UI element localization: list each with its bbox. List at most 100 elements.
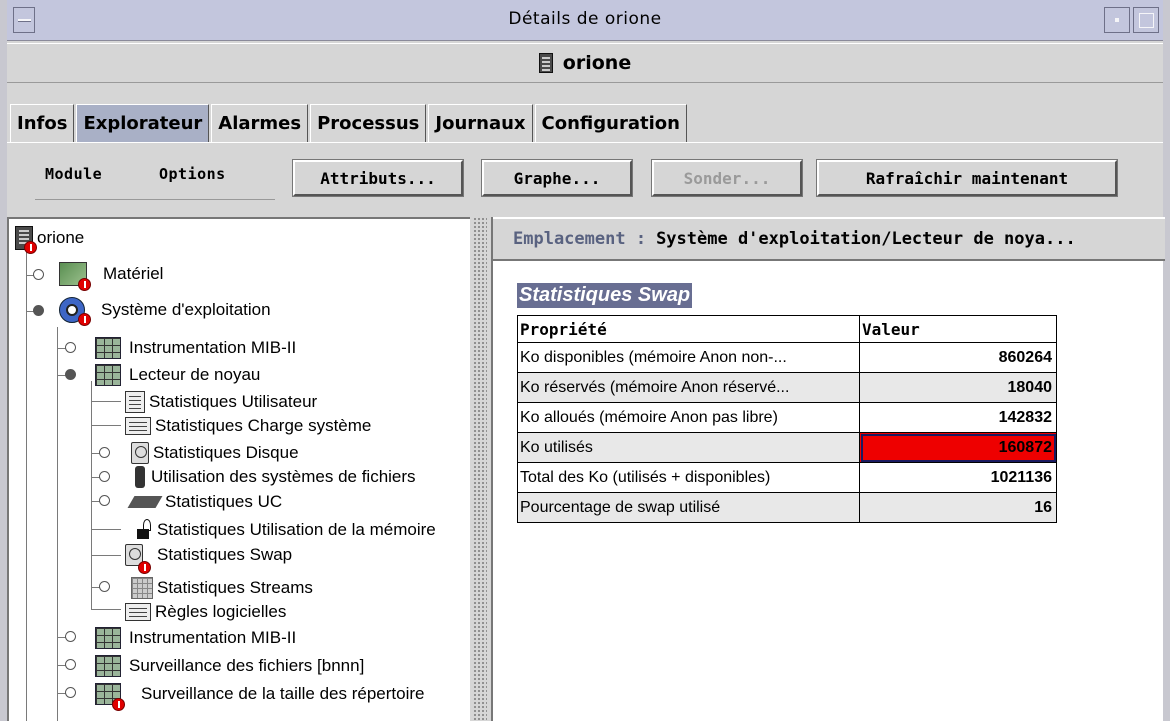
tree-node-orione[interactable]: orione <box>15 225 85 254</box>
expander-toggle[interactable] <box>33 269 44 280</box>
value-cell: 142832 <box>859 402 1057 433</box>
rules-icon <box>125 417 151 435</box>
expander-toggle[interactable] <box>65 659 76 670</box>
table-row[interactable]: Total des Ko (utilisés + disponibles) 10… <box>517 462 1057 493</box>
property-cell: Ko réservés (mémoire Anon réservé... <box>517 372 860 403</box>
tree-node-stats-disque[interactable]: Statistiques Disque <box>131 440 299 466</box>
tree-node-regles-logicielles[interactable]: Règles logicielles <box>125 599 286 625</box>
tree-node-surveillance-repertoire[interactable]: Surveillance de la taille des répertoire <box>95 681 425 711</box>
property-cell: Total des Ko (utilisés + disponibles) <box>517 462 860 493</box>
tree-label: Matériel <box>103 264 164 283</box>
location-label: Emplacement : <box>513 229 647 249</box>
tree-node-mib-ii[interactable]: Instrumentation MIB-II <box>95 335 296 361</box>
module-icon <box>95 683 125 711</box>
property-cell: Ko alloués (mémoire Anon pas libre) <box>517 402 860 433</box>
graph-button[interactable]: Graphe... <box>481 159 633 197</box>
tree-line <box>26 249 27 721</box>
explorer-tree[interactable]: orione Matériel Système d'exploitation I… <box>7 217 470 721</box>
tree-node-materiel[interactable]: Matériel <box>59 261 164 291</box>
tree-node-stats-charge[interactable]: Statistiques Charge système <box>125 413 371 439</box>
expander-toggle[interactable] <box>65 631 76 642</box>
alarm-icon <box>78 278 91 291</box>
swap-stats-table[interactable]: Propriété Valeur Ko disponibles (mémoire… <box>517 315 1057 523</box>
window-title: Détails de orione <box>508 9 662 29</box>
module-icon <box>95 337 121 359</box>
tree-node-stats-utilisateur[interactable]: Statistiques Utilisateur <box>125 389 317 415</box>
streams-icon <box>131 577 153 599</box>
tree-label: orione <box>37 228 85 247</box>
window-frame: Détails de orione orione Infos Explorate… <box>0 0 1170 721</box>
table-row[interactable]: Ko réservés (mémoire Anon réservé... 180… <box>517 372 1057 403</box>
tab-journaux[interactable]: Journaux <box>428 104 533 142</box>
tree-label: Statistiques UC <box>165 492 283 511</box>
attributes-button[interactable]: Attributs... <box>292 159 464 197</box>
table-row[interactable]: Ko alloués (mémoire Anon pas libre) 1428… <box>517 402 1057 433</box>
os-icon <box>59 297 91 326</box>
tree-node-stats-swap[interactable]: Statistiques Swap <box>125 542 292 574</box>
tree-label: Lecteur de noyau <box>129 365 261 384</box>
tree-node-systeme-exploitation[interactable]: Système d'exploitation <box>59 297 271 326</box>
tree-label: Surveillance de la taille des répertoire <box>141 684 425 703</box>
tab-alarmes[interactable]: Alarmes <box>211 104 309 142</box>
alarm-value-cell: 160872 <box>859 432 1057 463</box>
options-menu[interactable]: Options <box>159 165 226 183</box>
host-name: orione <box>562 52 632 74</box>
tab-configuration[interactable]: Configuration <box>534 104 687 142</box>
expander-toggle[interactable] <box>65 687 76 698</box>
tab-divider <box>7 142 1163 143</box>
maximize-button[interactable] <box>1133 7 1159 33</box>
module-menu[interactable]: Module <box>45 165 102 183</box>
title-bar[interactable]: Détails de orione <box>7 0 1163 41</box>
expander-toggle[interactable] <box>65 342 76 353</box>
tree-node-stats-memoire[interactable]: Statistiques Utilisation de la mémoire <box>135 517 436 543</box>
expander-toggle[interactable] <box>99 471 110 482</box>
column-header-property[interactable]: Propriété <box>517 315 860 343</box>
tree-label: Statistiques Streams <box>157 578 313 597</box>
tab-bar: Infos Explorateur Alarmes Processus Jour… <box>10 104 689 142</box>
refresh-now-button[interactable]: Rafraîchir maintenant <box>816 159 1118 197</box>
tree-node-systemes-fichiers[interactable]: Utilisation des systèmes de fichiers <box>135 464 416 490</box>
tab-infos[interactable]: Infos <box>10 104 75 142</box>
tree-line <box>57 327 58 721</box>
tree-label: Instrumentation MIB-II <box>129 338 297 357</box>
tree-node-mib-ii-2[interactable]: Instrumentation MIB-II <box>95 625 296 651</box>
property-cell: Ko utilisés <box>517 432 860 463</box>
tab-explorateur[interactable]: Explorateur <box>76 104 210 142</box>
value-cell: 16 <box>859 492 1057 523</box>
minimize-button[interactable] <box>1104 7 1130 33</box>
tree-label: Utilisation des systèmes de fichiers <box>151 467 416 486</box>
table-row[interactable]: Ko disponibles (mémoire Anon non-... 860… <box>517 342 1057 373</box>
tree-node-stats-uc[interactable]: Statistiques UC <box>127 489 283 515</box>
expander-toggle[interactable] <box>99 581 110 592</box>
table-row[interactable]: Ko utilisés 160872 <box>517 432 1057 463</box>
tree-node-surveillance-fichiers[interactable]: Surveillance des fichiers [bnnn] <box>95 653 364 679</box>
tree-label: Surveillance des fichiers [bnnn] <box>129 656 365 675</box>
disk-icon <box>131 442 149 464</box>
tree-line <box>91 381 92 609</box>
column-header-value[interactable]: Valeur <box>859 315 1057 343</box>
host-header: orione <box>7 43 1163 83</box>
pane-splitter[interactable] <box>473 217 487 721</box>
expander-toggle[interactable] <box>99 447 110 458</box>
memory-icon <box>135 519 153 541</box>
expander-toggle[interactable] <box>33 305 44 316</box>
tree-line <box>91 425 121 426</box>
server-icon <box>538 53 553 73</box>
tree-label: Statistiques Charge système <box>155 416 372 435</box>
expander-toggle[interactable] <box>65 369 76 380</box>
value-cell: 1021136 <box>859 462 1057 493</box>
location-bar: Emplacement : Système d'exploitation/Lec… <box>493 217 1165 261</box>
table-row[interactable]: Pourcentage de swap utilisé 16 <box>517 492 1057 523</box>
location-value: Système d'exploitation/Lecteur de noya..… <box>656 229 1076 249</box>
tree-node-lecteur-noyau[interactable]: Lecteur de noyau <box>95 362 260 388</box>
expander-toggle[interactable] <box>99 495 110 506</box>
filesystem-icon <box>135 466 145 488</box>
tree-node-stats-streams[interactable]: Statistiques Streams <box>131 575 313 601</box>
tree-label: Statistiques Disque <box>153 443 299 462</box>
details-panel: Emplacement : Système d'exploitation/Lec… <box>491 217 1165 721</box>
module-icon <box>95 655 121 677</box>
rules-icon <box>125 603 151 621</box>
tree-line <box>91 401 121 402</box>
probe-button[interactable]: Sonder... <box>651 159 803 197</box>
tab-processus[interactable]: Processus <box>310 104 427 142</box>
